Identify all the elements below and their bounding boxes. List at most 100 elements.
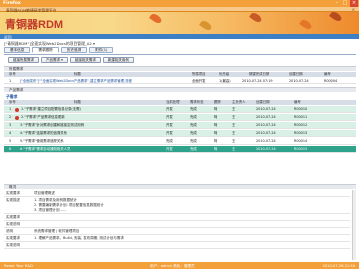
row-status: 完成 — [190, 123, 197, 127]
table-row[interactable]: 5 5."子需求"使用需求追踪关系 完成 完成 阿 王 2010-07-24 R00014 — [4, 138, 356, 145]
row-code: R00014 — [294, 139, 308, 143]
footer-user: 用户：admin 角色：管理员 — [150, 263, 195, 268]
detail-row: 实现描述 1. 项目需求及用例数据统计 2. 需要编制需求计划; 项目配置信息数据… — [4, 197, 350, 214]
row-handler: 开发 — [166, 115, 173, 119]
tab-basic-info[interactable]: 基本信息 — [4, 47, 31, 53]
row-track: 阿 — [214, 139, 218, 143]
row-handler: 开发 — [166, 123, 173, 127]
row-status: 完成 — [190, 107, 197, 111]
row-code: R00012 — [294, 123, 308, 127]
col-title: 标题 — [74, 72, 81, 76]
row-owner: 王 — [232, 115, 236, 119]
new-testcase-button[interactable]: 新建相关用例 — [102, 57, 134, 63]
leaf-decoration — [149, 12, 163, 25]
row-track: 阿 — [214, 147, 218, 151]
table-row[interactable]: 2 2."子需求"产品需求信息更新 开发 完成 阿 王 2010-07-24 R00011 — [4, 114, 356, 121]
row-code: R00004 — [324, 79, 338, 83]
row-priority: 1(最高) — [219, 79, 231, 83]
col-track: 跟踪 — [214, 100, 221, 104]
row-handler: 开发 — [166, 131, 173, 135]
row-created: 2010-07-24 — [289, 79, 309, 83]
detail-section-header[interactable]: 概况 — [4, 184, 356, 189]
row-owner: 王 — [232, 107, 236, 111]
row-title-link[interactable]: 6."子需求"需求自动通知相关人员 — [20, 146, 160, 152]
footer-slogan: Power Your R&D — [4, 263, 33, 268]
browser-title: Firefox — [3, 1, 21, 6]
row-handler: 开发 — [166, 107, 173, 111]
status-bar: Power Your R&D 用户：admin 角色：管理员 2010-07-2… — [0, 262, 359, 269]
row-track: 阿 — [214, 115, 218, 119]
row-expect-date: 2010-07-24 07:19 — [242, 79, 273, 83]
tab-history[interactable]: 历史追溯 — [60, 47, 88, 53]
row-title-link[interactable]: 5."子需求"使用需求追踪关系 — [20, 138, 160, 144]
row-title-link[interactable]: 4."子需求"连接需求的追溯关系 — [20, 130, 160, 136]
detail-label: 实现要求 — [6, 236, 20, 240]
leaf-decoration — [249, 12, 263, 24]
detail-scrollbar[interactable] — [352, 190, 356, 260]
row-no: 1 — [9, 107, 12, 111]
detail-value: 系统需求管理 | 软件管理项目 — [34, 229, 80, 233]
window-title-bar: Firefox – □ × — [0, 0, 359, 7]
parent-table-header: 序号 标题 所属项目 优先级 期望完成日期 创建日期 编号 — [4, 72, 356, 77]
product-requirement-section-header[interactable]: 产品需求 — [4, 87, 356, 92]
row-owner: 王 — [232, 139, 236, 143]
row-handler: 完成 — [166, 139, 173, 143]
row-status: 完成 — [190, 131, 197, 135]
sub-table-header: 序号 标题 当前处理 需求状态 跟踪 主负责人 创建日期 编号 — [4, 100, 356, 105]
col-code: 编号 — [324, 72, 331, 76]
table-row[interactable]: 1 1."子需求"建立项目配置信息记录(无需) 开发 完成 阿 王 2010-07-24 R0… — [4, 106, 356, 113]
col-created: 创建日期 — [289, 72, 303, 76]
col-handler: 当前处理 — [166, 100, 180, 104]
row-no: 3 — [9, 123, 12, 127]
col-created: 创建日期 — [256, 100, 270, 104]
detail-row: 实现要求 1. 理解产品需求。Build, 安装, 发布周期, 测试计划与需求 — [4, 235, 350, 242]
minimize-icon[interactable]: – — [333, 0, 341, 7]
tab-strip: 基本信息 需求跟踪 历史追溯 附件(1) — [4, 47, 115, 54]
row-created: 2010-07-24 — [256, 115, 276, 119]
link-parent-button[interactable]: 链接所属需求 — [8, 57, 39, 63]
detail-label: 实现要求 — [6, 191, 20, 195]
alert-icon — [15, 107, 19, 112]
tab-attachments[interactable]: 附件(1) — [89, 47, 114, 53]
row-code: R00010 — [294, 107, 308, 111]
col-title: 标题 — [74, 100, 81, 104]
row-owner: 王 — [232, 131, 236, 135]
row-title-link[interactable]: ["全面发布"]""全面实现Web2Docs产品需求",建立需求产品需求管理,流… — [20, 78, 190, 84]
table-row[interactable]: 6 6."子需求"需求自动通知相关人员 开发 完成 阿 王 2010-07-24 R00015 — [4, 146, 356, 153]
toolbar: 链接所属需求 产品需求 ▾ 链接相关需求 新建相关用例 — [8, 57, 136, 63]
detail-row: 实现要求 — [4, 214, 350, 221]
row-no: 6 — [9, 147, 12, 151]
row-created: 2010-07-24 — [256, 147, 276, 151]
table-row[interactable]: 4 4."子需求"连接需求的追溯关系 开发 完成 阿 王 2010-07-24 R00013 — [4, 130, 356, 137]
col-owner: 主负责人 — [232, 100, 246, 104]
col-code: 编号 — [294, 100, 301, 104]
row-owner: 王 — [232, 123, 236, 127]
leaf-decoration — [199, 19, 213, 32]
maximize-icon[interactable]: □ — [341, 0, 349, 7]
leaf-decoration — [329, 12, 343, 23]
detail-label: 实现说明 — [6, 222, 20, 226]
back-link[interactable]: 返回 — [4, 35, 12, 41]
col-priority: 优先级 — [219, 72, 230, 76]
row-created: 2010-07-24 — [256, 107, 276, 111]
parent-section-header[interactable]: 所属需求 — [4, 66, 356, 71]
close-icon[interactable]: × — [350, 0, 358, 7]
row-track: 阿 — [214, 131, 218, 135]
link-related-button[interactable]: 链接相关需求 — [69, 57, 101, 63]
row-track: 阿 — [214, 123, 218, 127]
detail-row: 实现要求 项目管理概述 — [4, 190, 350, 197]
row-no: 1 — [9, 79, 12, 83]
row-title-link[interactable]: 3."子需求"针对需求创建和链接至测试用例 — [20, 122, 160, 128]
detail-row: 实现说明 — [4, 221, 350, 228]
tab-requirement-tracking[interactable]: 需求跟踪 — [32, 47, 59, 53]
row-status: 完成 — [190, 115, 197, 119]
table-row[interactable]: 1 ["全面发布"]""全面实现Web2Docs产品需求",建立需求产品需求管理… — [4, 78, 356, 84]
detail-label: 实现说明 — [6, 243, 20, 247]
detail-value: 项目管理概述 — [34, 191, 55, 195]
product-requirement-dropdown[interactable]: 产品需求 ▾ — [41, 57, 68, 63]
detail-row: 说明 系统需求管理 | 软件管理项目 — [4, 228, 350, 235]
row-title-link[interactable]: 1."子需求"建立项目配置信息记录(无需) — [21, 106, 161, 112]
col-no: 序号 — [9, 72, 16, 76]
table-row[interactable]: 3 3."子需求"针对需求创建和链接至测试用例 开发 完成 阿 王 2010-07-24 R0… — [4, 122, 356, 129]
row-title-link[interactable]: 2."子需求"产品需求信息更新 — [21, 114, 161, 120]
